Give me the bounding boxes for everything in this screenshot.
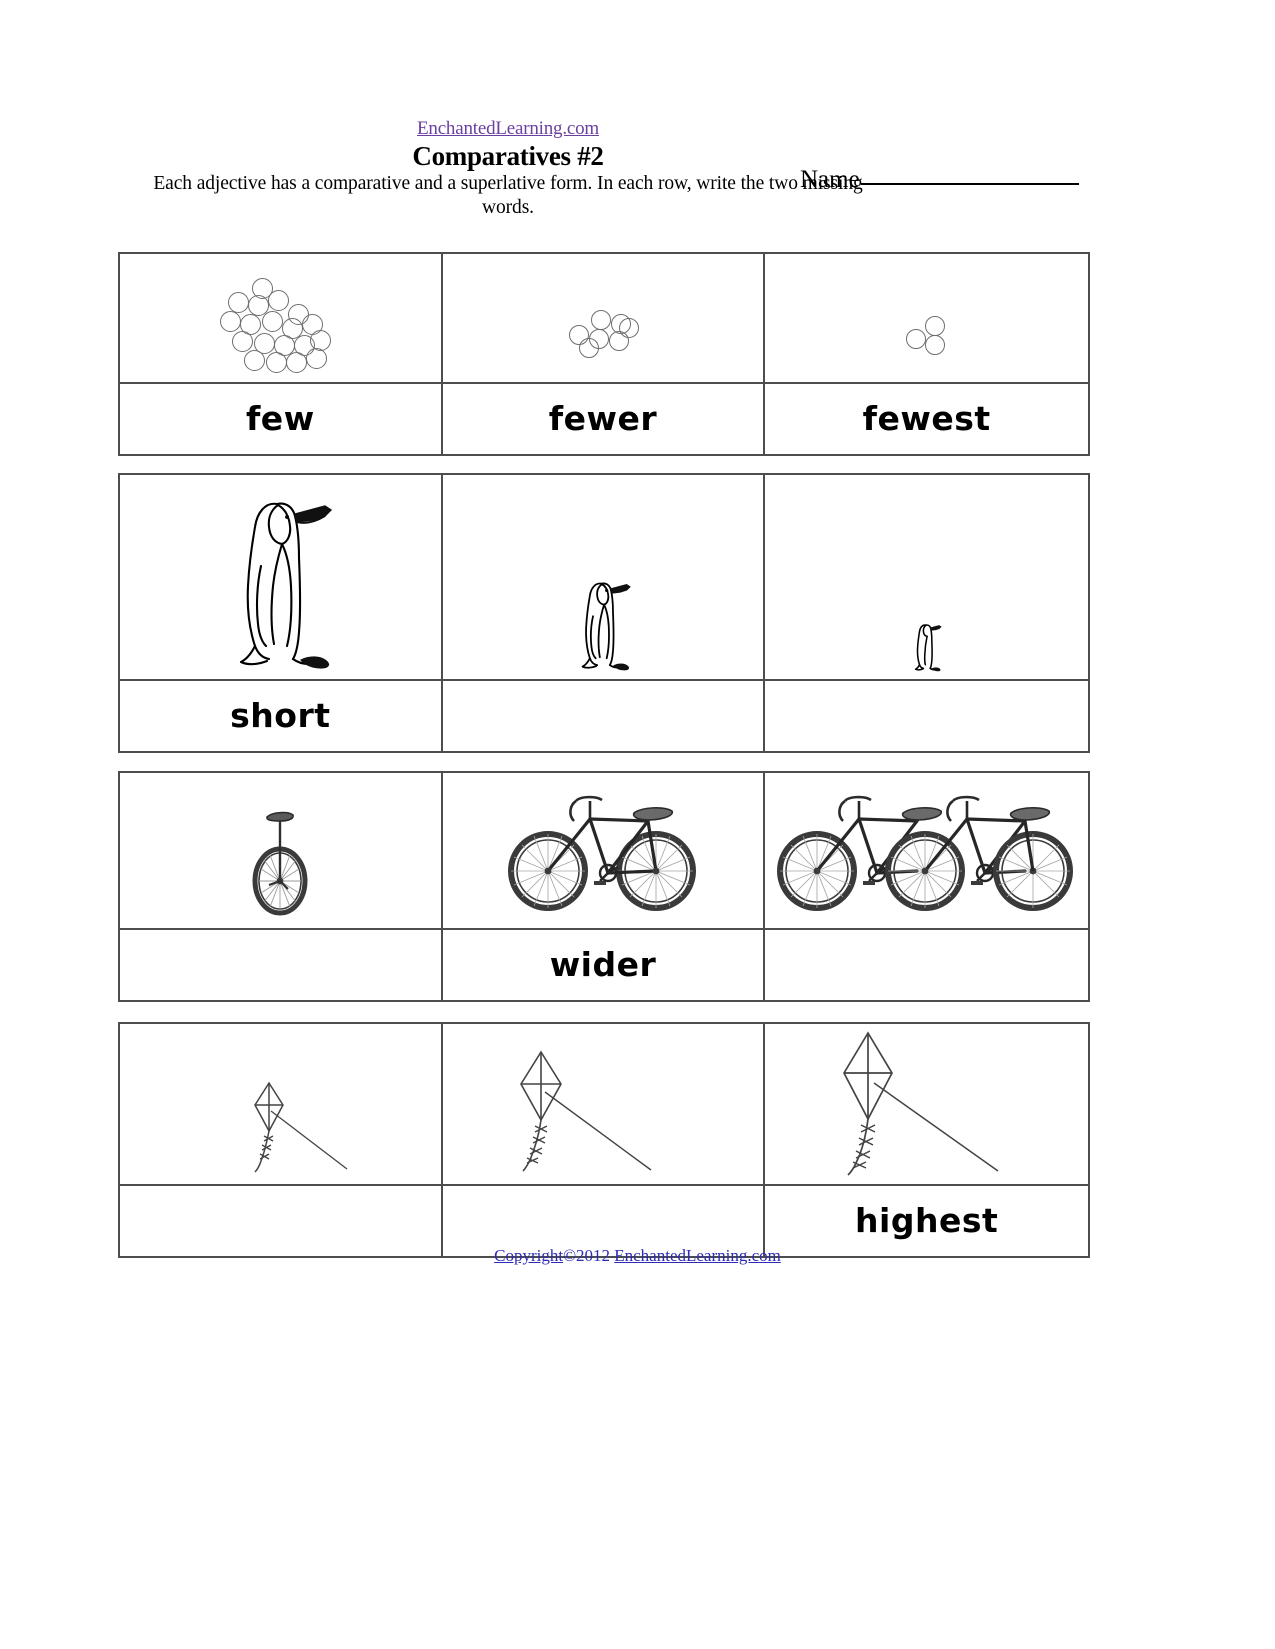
picture-cell (120, 773, 443, 928)
picture-cell (765, 773, 1088, 928)
name-field-block: Name (800, 166, 1079, 194)
penguin-large-icon (221, 482, 339, 677)
picture-cell (765, 475, 1088, 679)
answer-word: fewer (548, 399, 658, 438)
picture-row (120, 254, 1088, 382)
circle-cluster-some-icon (567, 310, 639, 358)
page-header: EnchantedLearning.com Comparatives #2 Ea… (0, 118, 1275, 238)
row-block-high: highest (118, 1022, 1090, 1258)
worksheet-page: EnchantedLearning.com Comparatives #2 Ea… (0, 0, 1275, 1649)
answer-cell-blank[interactable] (443, 681, 766, 751)
picture-cell (120, 1024, 443, 1184)
kite-mid-icon (473, 1044, 733, 1184)
circle-cluster-many-icon (220, 278, 340, 378)
picture-cell (443, 1024, 766, 1184)
picture-cell (443, 475, 766, 679)
picture-row (120, 1024, 1088, 1184)
copyright-year: ©2012 (563, 1246, 610, 1265)
answer-cell-blank[interactable] (765, 681, 1088, 751)
row-block-wide: wider (118, 771, 1090, 1002)
answer-cell[interactable]: fewest (765, 384, 1088, 454)
answer-cell[interactable]: wider (443, 930, 766, 1000)
penguin-medium-icon (572, 572, 634, 677)
answer-word: fewest (862, 399, 991, 438)
page-footer: Copyright©2012 EnchantedLearning.com (0, 1246, 1275, 1266)
picture-cell (120, 475, 443, 679)
word-row: few fewer fewest (120, 382, 1088, 454)
bicycle-icon (498, 789, 708, 922)
answer-cell-blank[interactable] (765, 930, 1088, 1000)
answer-word: wider (549, 945, 657, 984)
answer-cell[interactable]: fewer (443, 384, 766, 454)
answer-cell[interactable]: short (120, 681, 443, 751)
picture-cell (443, 773, 766, 928)
answer-cell[interactable]: few (120, 384, 443, 454)
kite-low-icon (165, 1069, 395, 1184)
picture-cell (443, 254, 766, 382)
name-label: Name (800, 166, 860, 193)
copyright-link[interactable]: Copyright (494, 1246, 563, 1265)
circle-cluster-fewest-icon (905, 316, 948, 356)
picture-cell (765, 1024, 1088, 1184)
picture-cell (765, 254, 1088, 382)
picture-row (120, 475, 1088, 679)
enchantedlearning-link[interactable]: EnchantedLearning.com (417, 118, 599, 140)
instructions-text: Each adjective has a comparative and a s… (153, 173, 863, 218)
picture-row (120, 773, 1088, 928)
tricycle-row-icon (767, 789, 1087, 922)
page-title: Comparatives #2 (412, 141, 604, 171)
word-row: wider (120, 928, 1088, 1000)
header-center-block: EnchantedLearning.com Comparatives #2 Ea… (118, 118, 898, 220)
answer-cell-blank[interactable] (120, 930, 443, 1000)
answer-word: few (245, 399, 315, 438)
name-input-line[interactable] (860, 183, 1079, 185)
kite-high-icon (792, 1029, 1062, 1184)
penguin-small-icon (910, 619, 943, 677)
word-row: short (120, 679, 1088, 751)
row-block-few: few fewer fewest (118, 252, 1090, 456)
unicycle-icon (236, 795, 324, 922)
row-block-short: short (118, 473, 1090, 753)
footer-site-link[interactable]: EnchantedLearning.com (614, 1246, 781, 1265)
picture-cell (120, 254, 443, 382)
answer-word: short (230, 696, 331, 735)
answer-word: highest (855, 1201, 999, 1240)
